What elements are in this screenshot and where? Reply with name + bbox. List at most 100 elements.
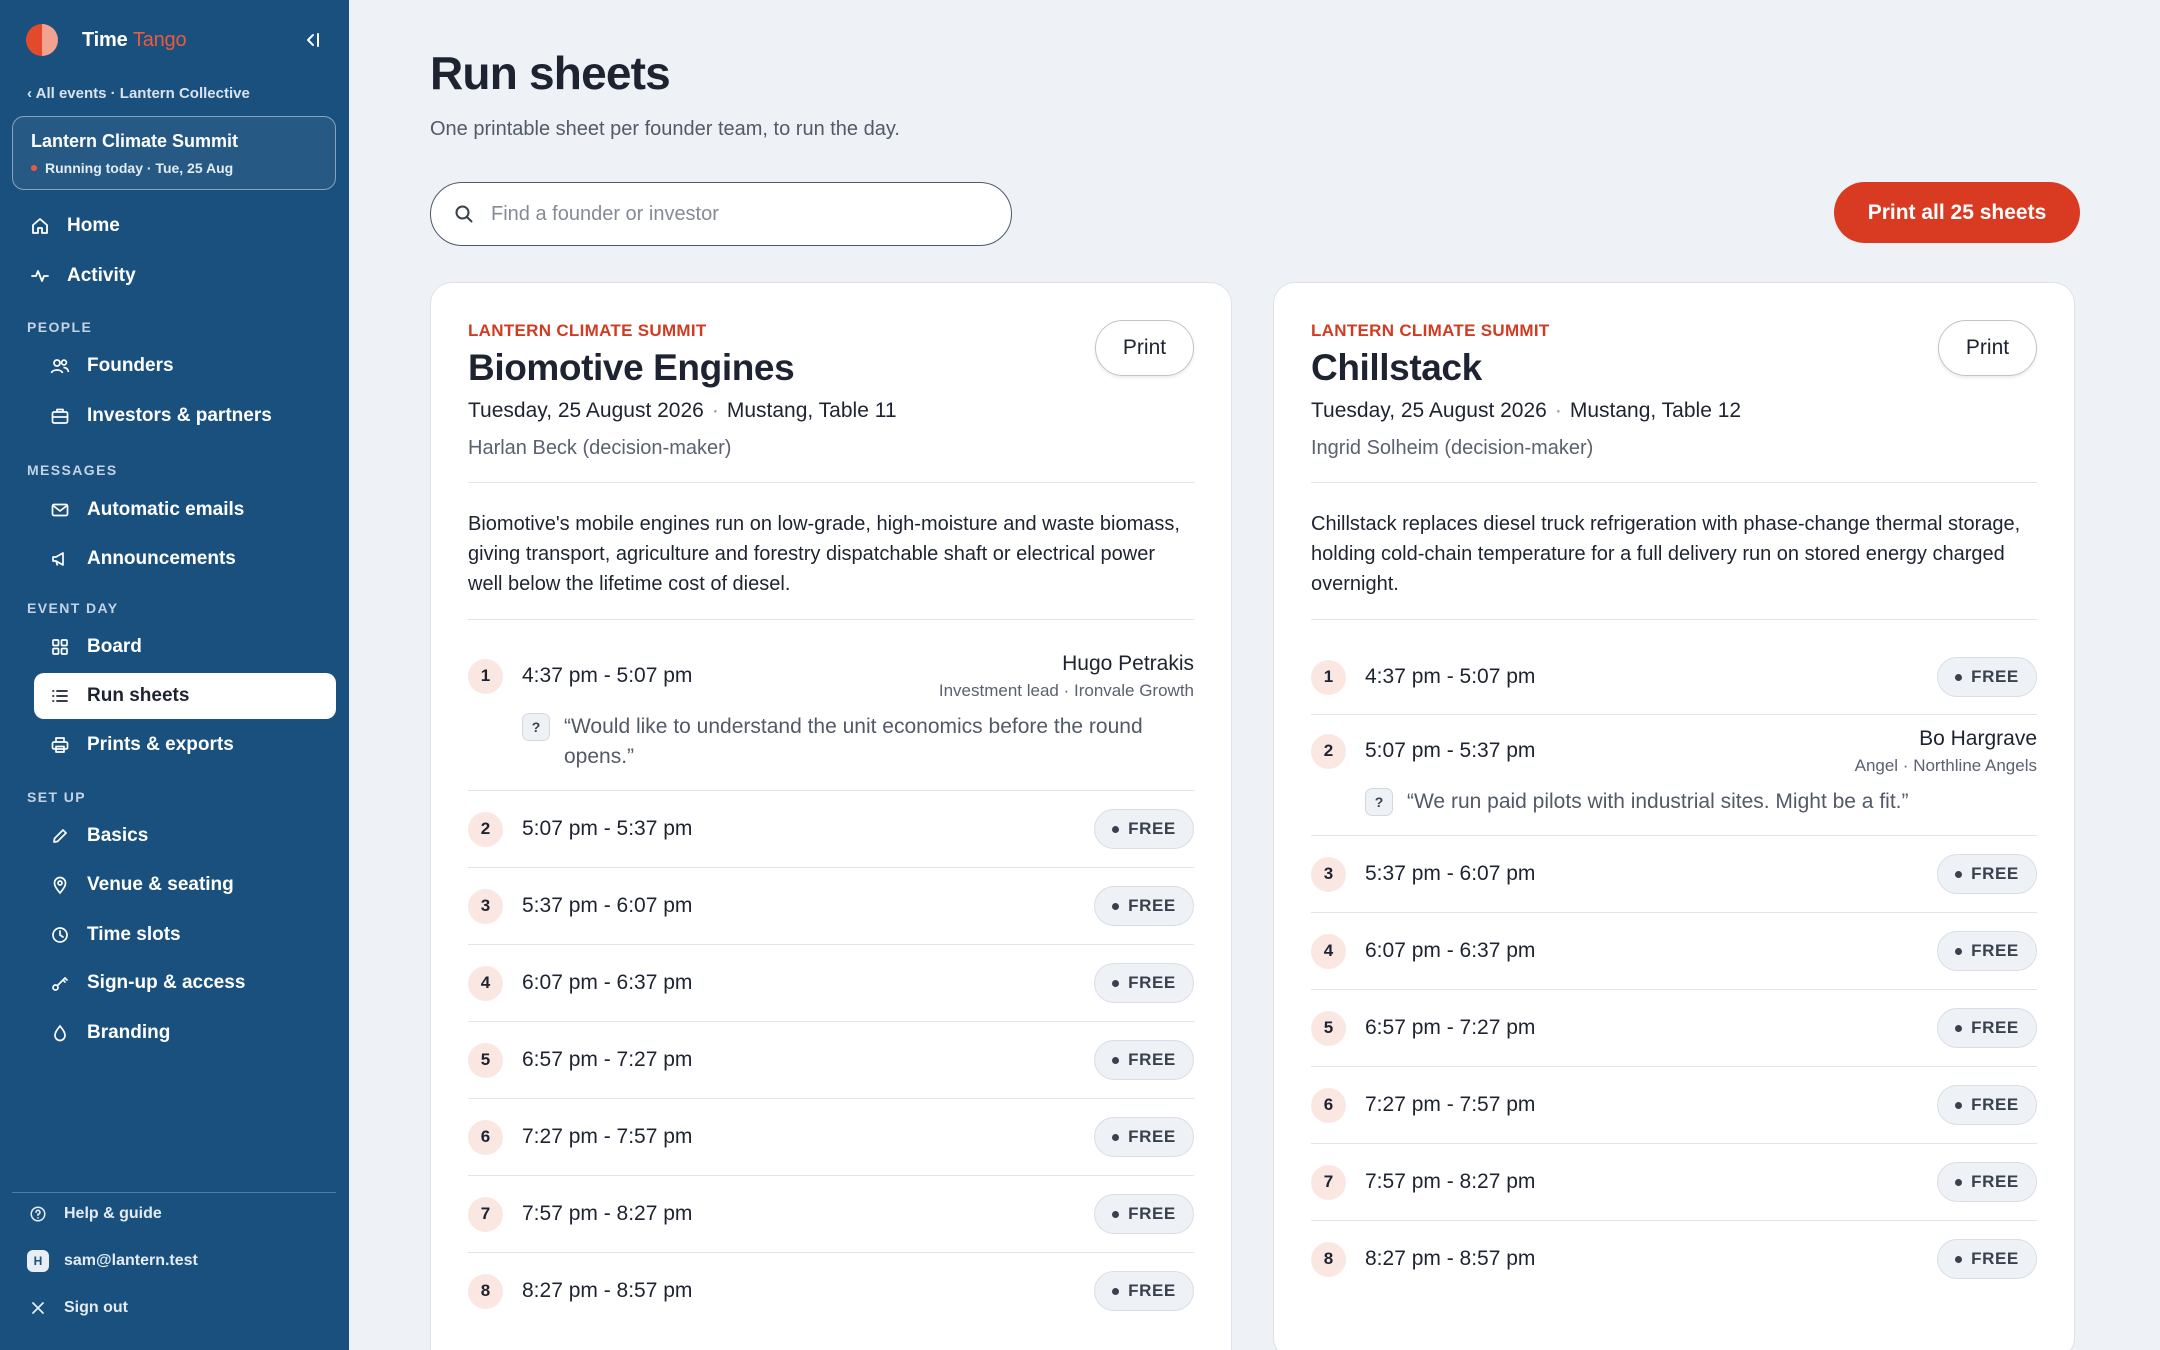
- section-event-day: EVENT DAY: [27, 600, 119, 616]
- sheet-location: Mustang, Table 11: [726, 399, 897, 422]
- sidebar-item-activity[interactable]: Activity: [26, 253, 336, 299]
- slot-number: 1: [1311, 659, 1346, 695]
- list-icon: [48, 684, 72, 708]
- back-to-all-events-link[interactable]: ‹ All events · Lantern Collective: [27, 85, 250, 102]
- sidebar-item-basics[interactable]: Basics: [34, 813, 336, 859]
- slot-investor: Bo Hargrave Angel · Northline Angels: [1855, 727, 2037, 776]
- logo-icon: [26, 24, 58, 56]
- slot-time: 6:57 pm - 7:27 pm: [1365, 1016, 1536, 1039]
- question-icon: ?: [522, 713, 550, 741]
- investor-name: Hugo Petrakis: [1062, 651, 1194, 675]
- sidebar-item-venue-seating[interactable]: Venue & seating: [34, 862, 336, 908]
- print-sheet-button[interactable]: Print: [1095, 320, 1194, 376]
- slot-row: 4 6:07 pm - 6:37 pm FREE: [1311, 913, 2037, 990]
- megaphone-icon: [48, 547, 72, 571]
- pencil-icon: [48, 824, 72, 848]
- search-box[interactable]: [430, 182, 1012, 246]
- sheet-meta: Tuesday, 25 August 2026 · Mustang, Table 1…: [468, 399, 897, 422]
- slot-row: 3 5:37 pm - 6:07 pm FREE: [468, 868, 1194, 945]
- slot-row-booked: 1 4:37 pm - 5:07 pm Hugo Petrakis Invest…: [468, 640, 1194, 791]
- sidebar-item-prints-exports[interactable]: Prints & exports: [34, 722, 336, 768]
- droplet-icon: [48, 1021, 72, 1045]
- user-account[interactable]: H sam@lantern.test: [26, 1245, 198, 1277]
- sheet-blurb: Biomotive's mobile engines run on low-gr…: [468, 513, 1180, 595]
- slot-row: 5 6:57 pm - 7:27 pm FREE: [468, 1022, 1194, 1099]
- slot-time: 5:07 pm - 5:37 pm: [1365, 739, 1536, 762]
- help-circle-icon: [26, 1202, 50, 1226]
- app-name: Time Tango: [82, 28, 187, 51]
- slot-number: 8: [468, 1273, 503, 1309]
- avatar: H: [27, 1250, 49, 1272]
- slot-row: 7 7:57 pm - 8:27 pm FREE: [468, 1176, 1194, 1253]
- slot-row: 6 7:27 pm - 7:57 pm FREE: [1311, 1067, 2037, 1144]
- current-event-card[interactable]: Lantern Climate Summit Running today · T…: [12, 116, 336, 190]
- sidebar-item-time-slots[interactable]: Time slots: [34, 912, 336, 958]
- sign-out-button[interactable]: Sign out: [26, 1292, 128, 1324]
- slot-time: 4:37 pm - 5:07 pm: [1365, 665, 1536, 688]
- slot-number: 4: [1311, 933, 1346, 969]
- printer-icon: [48, 733, 72, 757]
- sheet-team-name: Biomotive Engines: [468, 347, 795, 388]
- slot-row: 5 6:57 pm - 7:27 pm FREE: [1311, 990, 2037, 1067]
- sheet-date: Tuesday, 25 August 2026: [1311, 399, 1547, 422]
- sidebar-item-board[interactable]: Board: [34, 624, 336, 670]
- slot-number: 3: [1311, 856, 1346, 892]
- slot-row: 6 7:27 pm - 7:57 pm FREE: [468, 1099, 1194, 1176]
- collapse-sidebar-icon[interactable]: [300, 28, 324, 52]
- live-dot-icon: [31, 165, 37, 171]
- free-badge: FREE: [1937, 657, 2037, 697]
- slot-row: 7 7:57 pm - 8:27 pm FREE: [1311, 1144, 2037, 1221]
- sheet-event-name: LANTERN CLIMATE SUMMIT: [1311, 321, 1550, 340]
- free-badge: FREE: [1937, 1008, 2037, 1048]
- sidebar-divider: [12, 1192, 336, 1193]
- sidebar-item-branding[interactable]: Branding: [34, 1010, 336, 1056]
- slot-time: 6:57 pm - 7:27 pm: [522, 1048, 693, 1071]
- sidebar-item-investors[interactable]: Investors & partners: [34, 393, 336, 439]
- free-badge: FREE: [1937, 931, 2037, 971]
- slot-number: 5: [468, 1042, 503, 1078]
- free-badge: FREE: [1937, 1239, 2037, 1279]
- key-icon: [48, 971, 72, 995]
- free-badge: FREE: [1094, 1194, 1194, 1234]
- briefcase-icon: [48, 404, 72, 428]
- free-badge: FREE: [1094, 886, 1194, 926]
- slot-time: 5:37 pm - 6:07 pm: [1365, 862, 1536, 885]
- sheet-blurb: Chillstack replaces diesel truck refrige…: [1311, 513, 2021, 595]
- event-name: Lantern Climate Summit: [31, 131, 239, 151]
- run-sheet-card: LANTERN CLIMATE SUMMIT Chillstack Tuesda…: [1273, 282, 2075, 1350]
- page-title: Run sheets: [430, 47, 671, 99]
- sidebar-item-founders[interactable]: Founders: [34, 343, 336, 389]
- investor-name: Bo Hargrave: [1919, 726, 2037, 750]
- section-messages: MESSAGES: [27, 462, 118, 478]
- run-sheet-card: LANTERN CLIMATE SUMMIT Biomotive Engines…: [430, 282, 1232, 1350]
- investor-note: ? “We run paid pilots with industrial si…: [1311, 787, 2037, 835]
- slot-row: 2 5:07 pm - 5:37 pm FREE: [468, 791, 1194, 868]
- print-sheet-button[interactable]: Print: [1938, 320, 2037, 376]
- investor-role: Investment lead · Ironvale Growth: [938, 680, 1194, 700]
- mail-icon: [48, 498, 72, 522]
- brand[interactable]: Time Tango: [26, 24, 187, 56]
- slot-number: 8: [1311, 1241, 1346, 1277]
- print-all-sheets-button[interactable]: Print all 25 sheets: [1834, 182, 2080, 243]
- slot-number: 7: [468, 1196, 503, 1232]
- free-badge: FREE: [1094, 1040, 1194, 1080]
- slot-time: 4:37 pm - 5:07 pm: [522, 664, 693, 687]
- sidebar-item-automatic-emails[interactable]: Automatic emails: [34, 487, 336, 533]
- slot-number: 1: [468, 658, 503, 694]
- section-set-up: SET UP: [27, 789, 86, 805]
- map-pin-icon: [48, 873, 72, 897]
- search-input[interactable]: [491, 202, 991, 226]
- slot-time: 7:57 pm - 8:27 pm: [522, 1202, 693, 1225]
- slot-time: 6:07 pm - 6:37 pm: [1365, 939, 1536, 962]
- slot-row: 1 4:37 pm - 5:07 pm FREE: [1311, 640, 2037, 715]
- sidebar-item-announcements[interactable]: Announcements: [34, 536, 336, 582]
- sidebar-item-run-sheets[interactable]: Run sheets: [34, 673, 336, 719]
- sidebar-item-home[interactable]: Home: [26, 203, 336, 249]
- sidebar-item-sign-up-access[interactable]: Sign-up & access: [34, 960, 336, 1006]
- help-guide-link[interactable]: Help & guide: [26, 1198, 162, 1230]
- sheet-location: Mustang, Table 12: [1569, 399, 1742, 422]
- sheet-meta: Tuesday, 25 August 2026 · Mustang, Table 1…: [1311, 399, 1742, 422]
- question-icon: ?: [1365, 788, 1393, 816]
- slot-number: 4: [468, 965, 503, 1001]
- slot-list: 1 4:37 pm - 5:07 pm Hugo Petrakis Invest…: [468, 619, 1194, 1329]
